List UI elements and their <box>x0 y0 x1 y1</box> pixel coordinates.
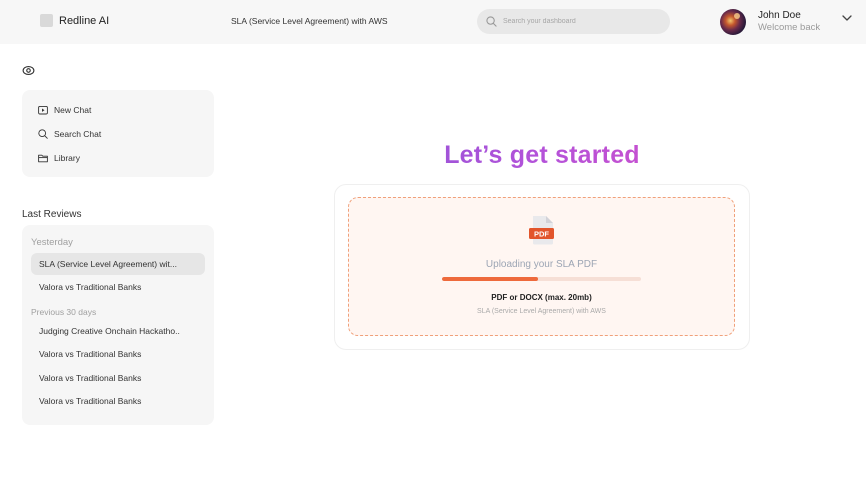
reviews-list: Yesterday SLA (Service Level Agreement) … <box>22 225 214 425</box>
list-item[interactable]: Valora vs Traditional Banks <box>31 343 205 365</box>
user-greeting: Welcome back <box>758 22 821 33</box>
top-header: Redline AI SLA (Service Level Agreement)… <box>0 0 866 44</box>
list-item[interactable]: SLA (Service Level Agreement) wit... <box>31 253 205 275</box>
upload-format-hint: PDF or DOCX (max. 20mb) <box>491 293 592 302</box>
sidebar-item-search-chat[interactable]: Search Chat <box>38 129 101 139</box>
search-bar[interactable] <box>477 9 670 34</box>
library-icon <box>38 154 48 163</box>
upload-status: Uploading your SLA PDF <box>485 259 598 270</box>
upload-progress-bar <box>442 277 641 281</box>
user-name: John Doe <box>758 10 801 21</box>
app-name: Redline AI <box>59 14 110 27</box>
search-icon <box>486 16 497 27</box>
group-label-yesterday: Yesterday <box>31 237 73 248</box>
sidebar-item-label: Library <box>54 153 80 163</box>
sidebar-item-label: New Chat <box>54 105 92 115</box>
group-label-previous-30-days: Previous 30 days <box>31 307 97 317</box>
upload-file-name: SLA (Service Level Agreement) with AWS <box>477 308 606 315</box>
logo-mark <box>40 14 53 27</box>
list-item[interactable]: Valora vs Traditional Banks <box>31 276 205 298</box>
last-reviews-heading: Last Reviews <box>22 209 82 220</box>
sidebar-item-label: Search Chat <box>54 129 102 139</box>
pdf-badge-label: PDF <box>534 230 549 239</box>
chevron-down-icon[interactable] <box>841 12 853 24</box>
list-item[interactable]: Judging Creative Onchain Hackatho.. <box>31 320 205 342</box>
list-item[interactable]: Valora vs Traditional Banks <box>31 367 205 389</box>
eye-icon[interactable] <box>22 64 35 77</box>
page-title: Let’s get started <box>334 141 750 170</box>
sidebar-item-library[interactable]: Library <box>38 153 80 163</box>
app-logo[interactable]: Redline AI <box>40 14 109 27</box>
avatar[interactable] <box>720 9 746 35</box>
upload-progress-fill <box>442 277 538 281</box>
sidebar-menu: New Chat Search Chat Library <box>22 90 214 177</box>
list-item[interactable]: Valora vs Traditional Banks <box>31 390 205 412</box>
sidebar-item-new-chat[interactable]: New Chat <box>38 105 91 115</box>
pdf-file-icon: PDF <box>529 216 554 245</box>
new-chat-icon <box>38 105 48 115</box>
search-input[interactable] <box>503 18 653 25</box>
search-icon <box>38 129 48 139</box>
document-title: SLA (Service Level Agreement) with AWS <box>231 16 388 26</box>
